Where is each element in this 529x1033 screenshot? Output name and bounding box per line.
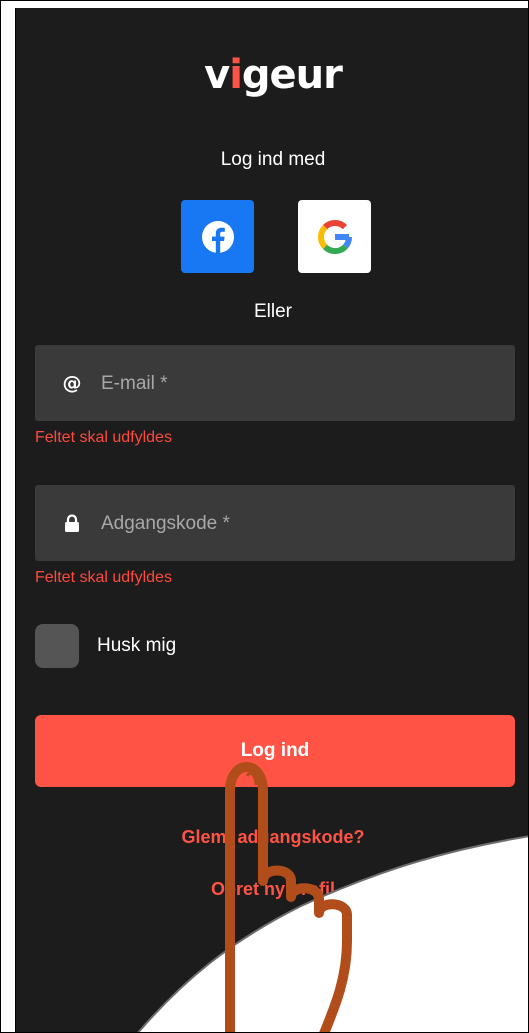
logo-accent: i (229, 52, 243, 98)
login-button[interactable]: Log ind (35, 715, 515, 787)
email-field[interactable]: @ (35, 345, 515, 423)
remember-me-toggle[interactable]: Husk mig (35, 624, 176, 668)
password-input[interactable] (99, 485, 503, 563)
logo-suffix: geur (241, 52, 343, 98)
remember-me-label: Husk mig (97, 635, 177, 656)
lock-icon (61, 510, 83, 536)
logo: vigeur (16, 52, 528, 98)
google-icon (317, 219, 352, 254)
email-error: Feltet skal udfyldes (35, 429, 172, 446)
password-field[interactable] (35, 485, 515, 563)
at-icon: @ (62, 372, 82, 394)
login-panel: vigeur Log ind med Eller @ E-mail * Felt… (15, 8, 528, 1032)
remember-me-checkbox[interactable] (35, 624, 79, 668)
screenshot-frame: vigeur Log ind med Eller @ E-mail * Felt… (0, 0, 529, 1033)
or-divider-label: Eller (253, 301, 292, 322)
password-error: Feltet skal udfyldes (35, 569, 172, 586)
email-input[interactable] (99, 345, 503, 423)
facebook-login-button[interactable] (181, 200, 254, 273)
forgot-password-link[interactable]: Glemt adgangskode? (16, 827, 528, 848)
google-login-button[interactable] (298, 200, 371, 273)
create-profile-link[interactable]: Opret ny profil (16, 879, 528, 900)
login-with-label: Log ind med (220, 149, 326, 170)
facebook-icon (201, 220, 234, 253)
logo-prefix: v (204, 52, 230, 98)
